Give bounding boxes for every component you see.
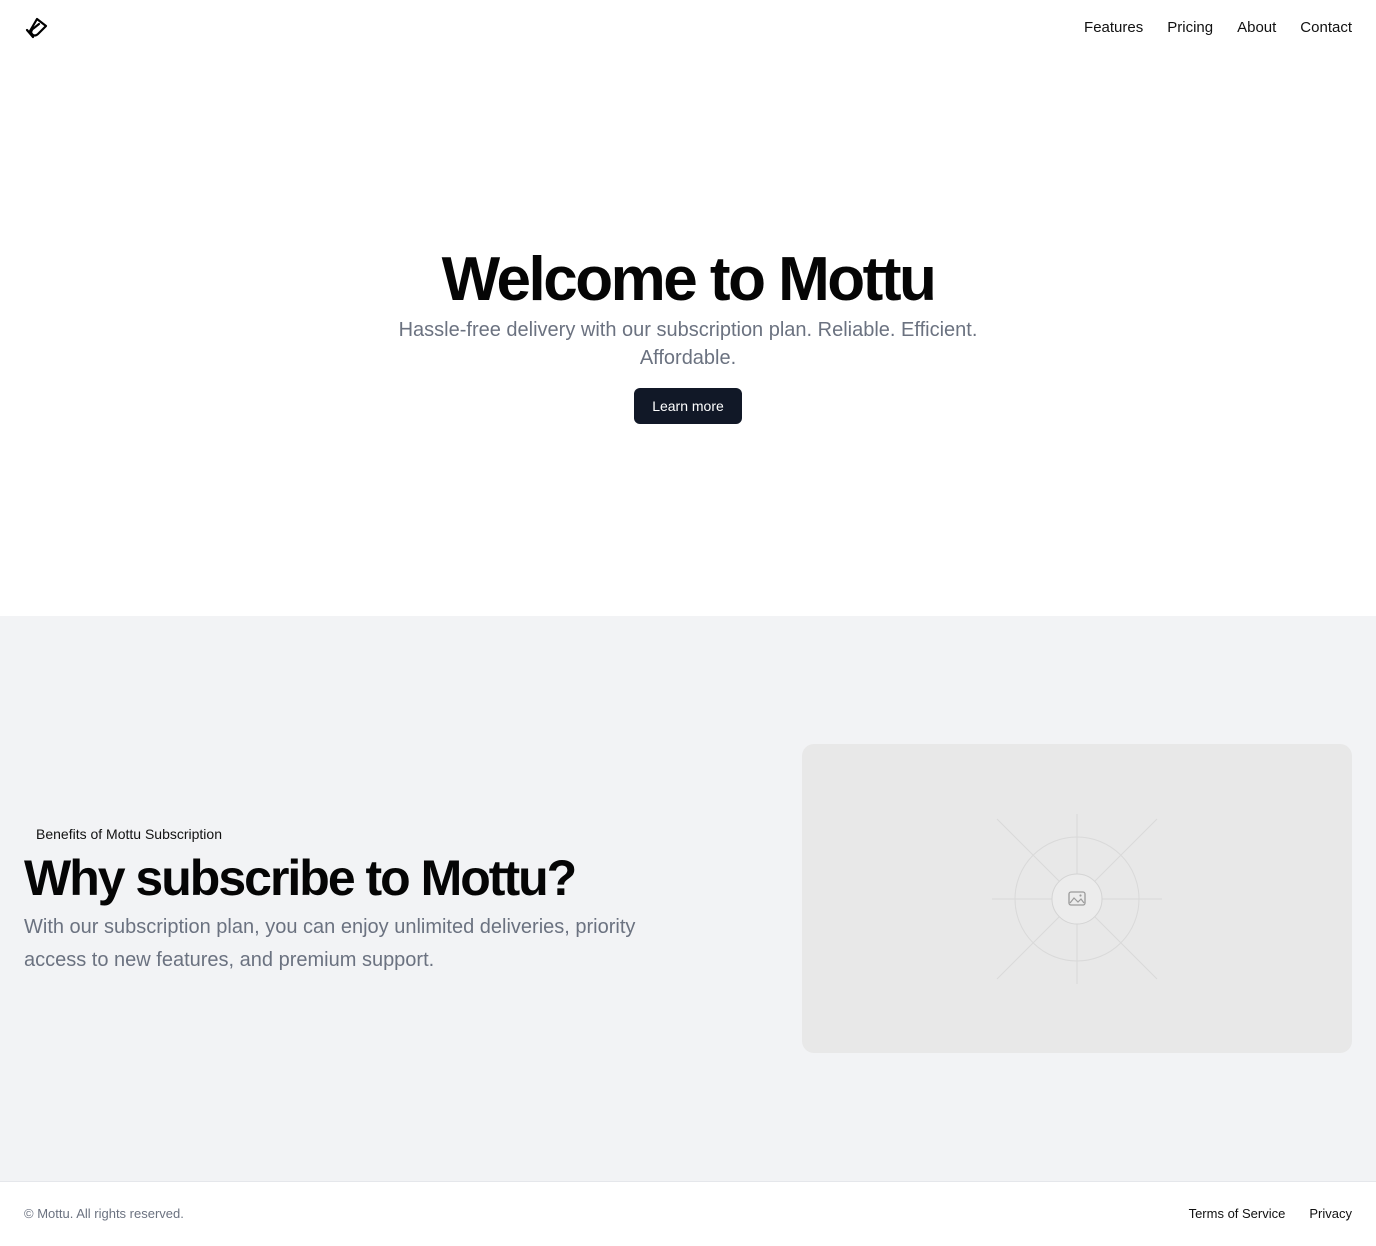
hero-subtitle: Hassle-free delivery with our subscripti… (398, 319, 978, 369)
site-footer: © Mottu. All rights reserved. Terms of S… (0, 1181, 1376, 1246)
privacy-link[interactable]: Privacy (1309, 1206, 1352, 1222)
footer-nav: Terms of Service Privacy (1189, 1206, 1352, 1222)
nav-link-pricing[interactable]: Pricing (1167, 18, 1213, 38)
hero-section: Welcome to Mottu Hassle-free delivery wi… (0, 56, 1376, 616)
nav-link-about[interactable]: About (1237, 18, 1276, 38)
copyright-text: © Mottu. All rights reserved. (24, 1206, 184, 1221)
nav-link-features[interactable]: Features (1084, 18, 1143, 38)
site-header: Features Pricing About Contact (0, 0, 1376, 56)
section-description: With our subscription plan, you can enjo… (24, 916, 636, 971)
hero-title: Welcome to Mottu (441, 245, 937, 314)
learn-more-button[interactable]: Learn more (634, 388, 742, 424)
image-placeholder (802, 744, 1352, 1053)
section-title: Why subscribe to Mottu? (24, 850, 577, 906)
features-section: Benefits of Mottu Subscription Why subsc… (0, 616, 1376, 1181)
section-eyebrow: Benefits of Mottu Subscription (36, 826, 222, 842)
magnet-logo-icon[interactable] (24, 16, 48, 40)
terms-link[interactable]: Terms of Service (1189, 1206, 1286, 1222)
image-placeholder-icon (1051, 873, 1103, 925)
main-nav: Features Pricing About Contact (1084, 18, 1352, 38)
nav-link-contact[interactable]: Contact (1300, 18, 1352, 38)
